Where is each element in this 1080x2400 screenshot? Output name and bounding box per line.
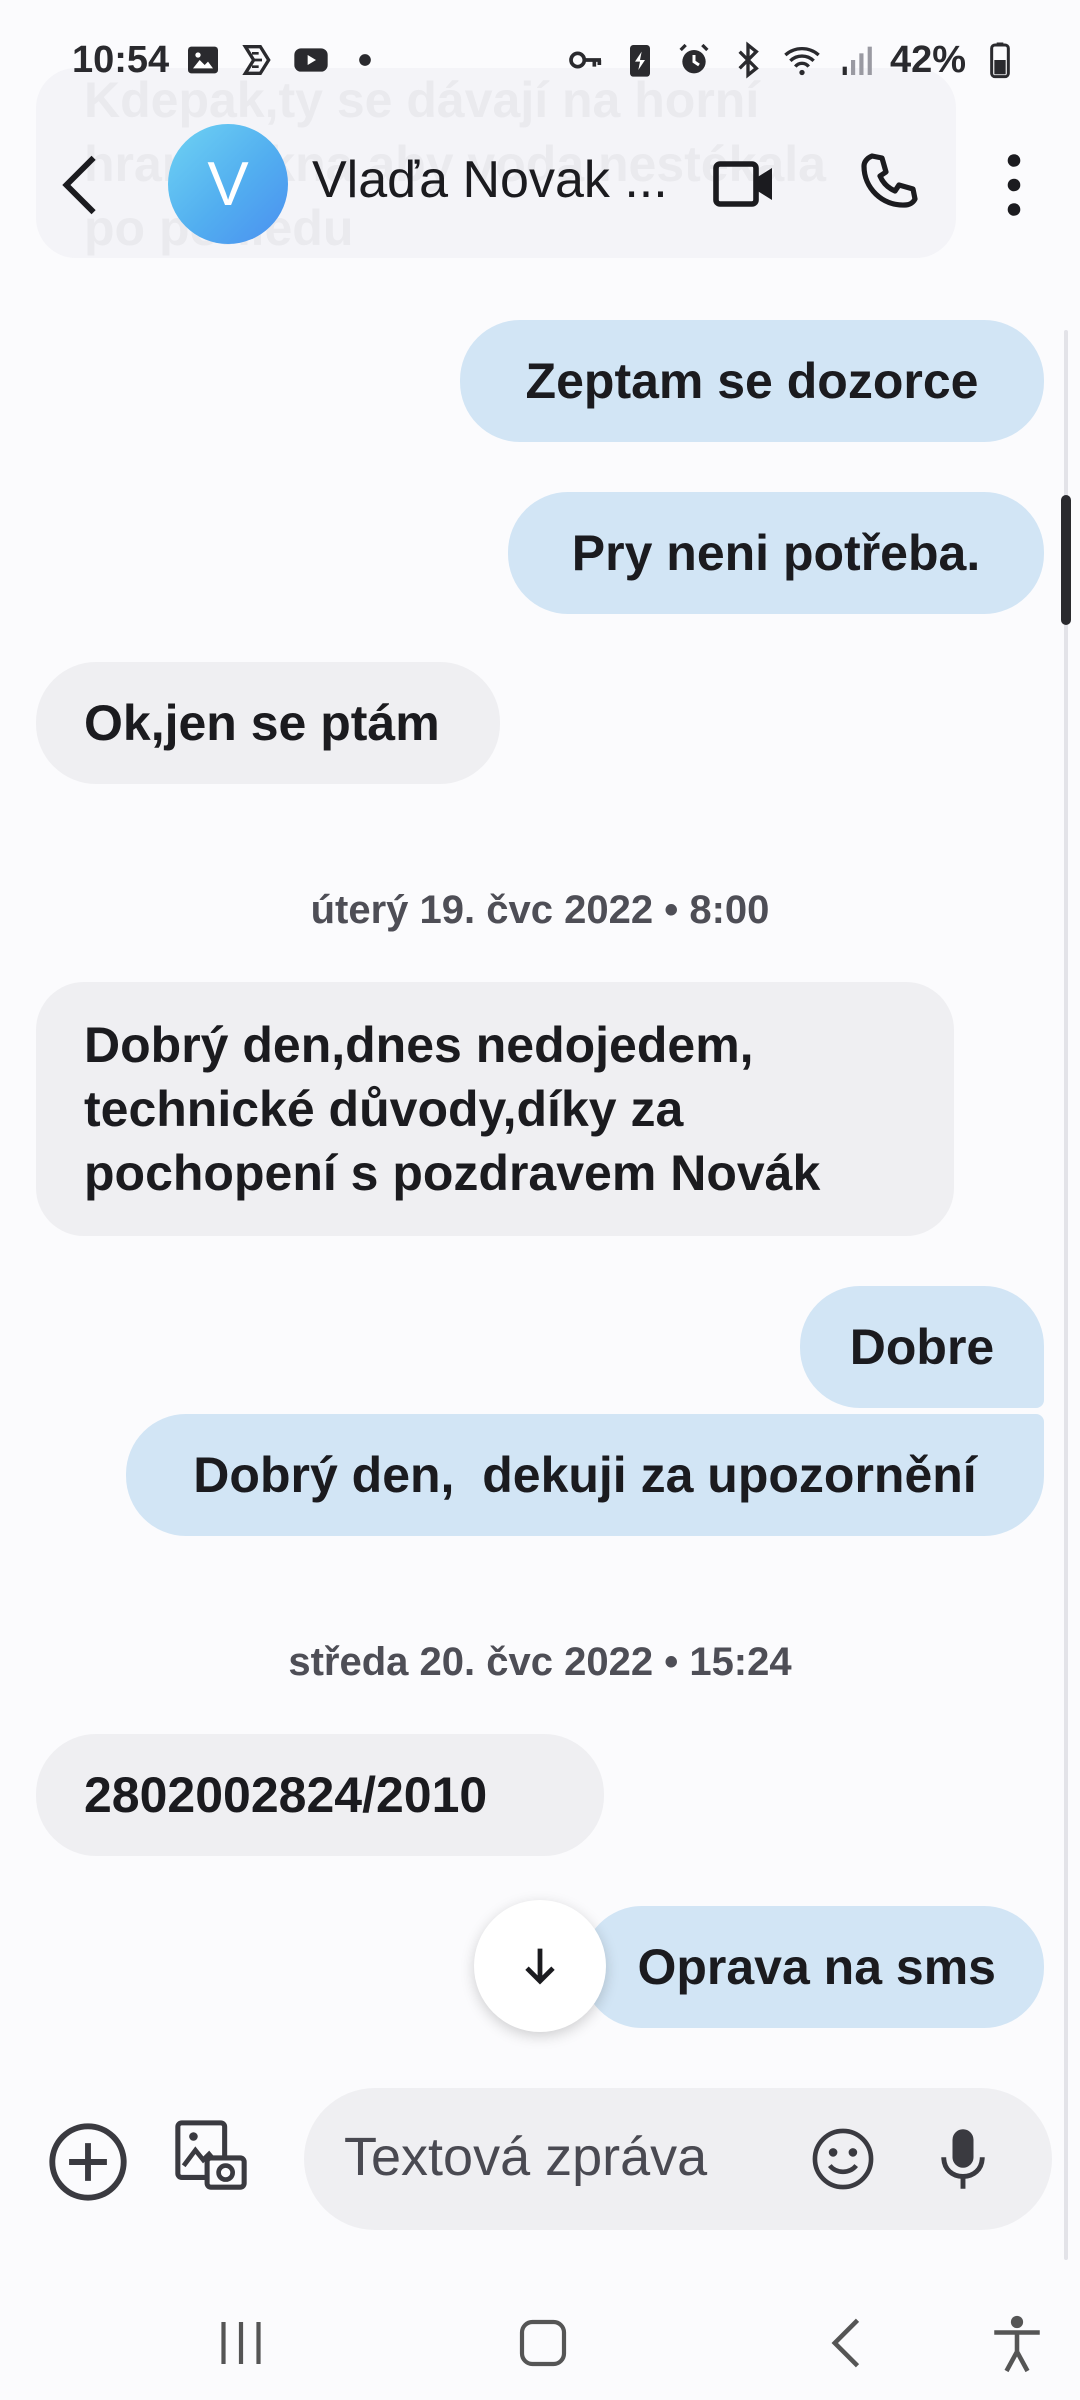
message-text: Ok,jen se ptám (84, 695, 440, 751)
scroll-to-bottom-button[interactable] (474, 1900, 606, 2032)
video-call-button[interactable] (712, 154, 776, 214)
message-text: Dobrý den, dekuji za upozornění (193, 1447, 977, 1503)
back-nav-icon (831, 2318, 860, 2368)
arrow-down-icon (525, 1948, 555, 1985)
message-line: Dobrý den,dnes nedojedem, (84, 1017, 754, 1073)
accessibility-icon (994, 2315, 1040, 2373)
message-text: Dobre (849, 1319, 995, 1375)
microphone-icon (941, 2129, 985, 2189)
home-icon (519, 2319, 567, 2367)
attach-button[interactable] (46, 2120, 130, 2204)
status-left: 10:54 (72, 39, 385, 82)
wifi-icon (782, 40, 822, 80)
bluetooth-icon (728, 40, 768, 80)
message-line: pochopení s pozdravem Novák (84, 1145, 821, 1201)
message-input-placeholder: Textová zpráva (344, 2127, 708, 2187)
outgoing-message[interactable]: Zeptam se dozorce (460, 320, 1044, 442)
more-vertical-icon (1007, 154, 1021, 216)
vpn-key-icon (566, 40, 606, 80)
accessibility-button[interactable] (982, 2308, 1052, 2378)
avatar-letter: V (207, 149, 249, 219)
voice-input-button[interactable] (936, 2124, 990, 2194)
system-navigation-bar (0, 2288, 1080, 2400)
back-arrow-icon (62, 155, 96, 215)
date-separator: středa 20. čvc 2022 • 15:24 (288, 1640, 792, 1684)
outgoing-message[interactable]: Oprava na sms (582, 1906, 1044, 2028)
message-text: Zeptam se dozorce (525, 353, 979, 409)
status-time: 10:54 (72, 38, 170, 81)
incoming-message[interactable]: Dobrý den,dnes nedojedem, technické důvo… (36, 982, 954, 1236)
alarm-icon (674, 40, 714, 80)
youtube-icon (291, 40, 331, 80)
conversation-header: V Vlaďa Novak ... (0, 110, 1080, 260)
contact-name[interactable]: Vlaďa Novak ... (312, 150, 672, 210)
outgoing-message[interactable]: Dobre (800, 1286, 1044, 1408)
back-nav-button[interactable] (812, 2308, 882, 2378)
status-bar: 10:54 42% (0, 0, 1080, 120)
recent-apps-icon (221, 2322, 261, 2364)
app-icon (237, 40, 277, 80)
emoji-icon (812, 2128, 874, 2190)
battery-percent: 42% (889, 38, 966, 81)
back-button[interactable] (50, 152, 110, 218)
home-button[interactable] (508, 2308, 578, 2378)
plus-circle-icon (49, 2123, 127, 2201)
scrollbar-thumb[interactable] (1061, 495, 1071, 625)
more-options-button[interactable] (994, 150, 1034, 220)
status-right: 42% (566, 39, 1020, 82)
video-camera-icon (713, 161, 772, 207)
emoji-button[interactable] (810, 2126, 876, 2192)
message-text: Oprava na sms (637, 1939, 996, 1995)
gallery-icon (183, 40, 223, 80)
date-separator: úterý 19. čvc 2022 • 8:00 (310, 888, 770, 932)
gallery-camera-icon (175, 2120, 247, 2190)
signal-icon (836, 40, 876, 80)
message-input[interactable]: Textová zpráva (304, 2088, 1052, 2230)
message-text: 2802002824/2010 (84, 1767, 488, 1823)
gallery-camera-button[interactable] (172, 2116, 250, 2196)
battery-saver-icon (620, 40, 660, 80)
incoming-message[interactable]: Ok,jen se ptám (36, 662, 500, 784)
dot-icon (345, 40, 385, 80)
recent-apps-button[interactable] (206, 2308, 276, 2378)
incoming-message[interactable]: 2802002824/2010 (36, 1734, 604, 1856)
voice-call-button[interactable] (856, 150, 920, 214)
phone-icon (861, 153, 918, 208)
message-text: Pry neni potřeba. (571, 525, 981, 581)
outgoing-message[interactable]: Dobrý den, dekuji za upozornění (126, 1414, 1044, 1536)
battery-icon (980, 40, 1020, 80)
message-line: technické důvody,díky za (84, 1081, 684, 1137)
avatar[interactable]: V (168, 124, 288, 244)
outgoing-message[interactable]: Pry neni potřeba. (508, 492, 1044, 614)
